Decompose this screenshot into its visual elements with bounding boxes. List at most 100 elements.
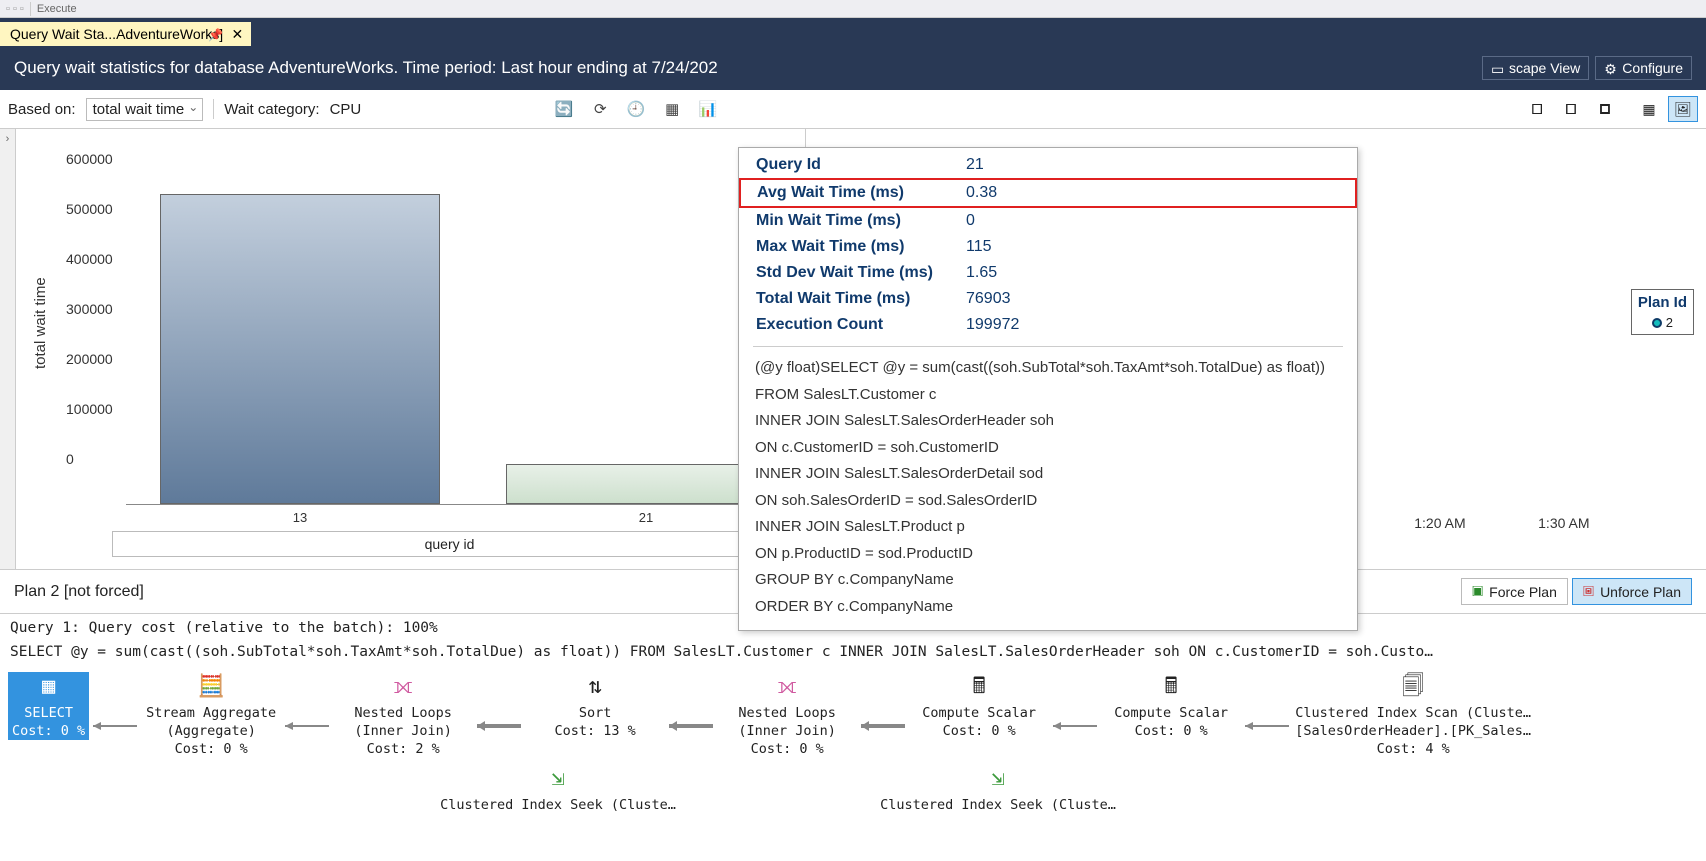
tooltip-val: 115	[950, 234, 1356, 260]
query-text-line2: SELECT @y = sum(cast((soh.SubTotal*soh.T…	[0, 638, 1706, 662]
query-tooltip: Query Id21 Avg Wait Time (ms)0.38 Min Wa…	[738, 147, 1358, 631]
refresh-auto-icon[interactable]: ⟳	[587, 98, 613, 120]
unforce-plan-button[interactable]: 🞖 Unforce Plan	[1572, 578, 1692, 605]
tooltip-sql: GROUP BY c.CompanyName	[739, 567, 1357, 594]
plan-arrow	[473, 719, 525, 733]
tooltip-sql: ON soh.SalesOrderID = sod.SalesOrderID	[739, 488, 1357, 515]
tooltip-key: Min Wait Time (ms)	[740, 207, 950, 234]
index-scan-icon: 🗐	[1402, 672, 1424, 702]
configure-button[interactable]: ⚙ Configure	[1595, 56, 1692, 80]
node-sub: (Inner Join)	[738, 722, 836, 740]
table-icon: ▦	[42, 672, 55, 702]
tooltip-sql: INNER JOIN SalesLT.Product p	[739, 514, 1357, 541]
y-tick: 300000	[66, 301, 113, 317]
tooltip-val: 0	[950, 207, 1356, 234]
grid-icon[interactable]: ▦	[659, 98, 685, 120]
node-cost: Cost: 0 %	[175, 740, 248, 758]
view-mode-2[interactable]: 🞑	[1556, 96, 1586, 122]
app-menu-toolbar: ▫ ▫ ▫ Execute	[0, 0, 1706, 18]
force-plan-button[interactable]: 🞕 Force Plan	[1461, 578, 1568, 605]
execution-plan-diagram[interactable]: ▦ SELECT Cost: 0 % 🧮 Stream Aggregate (A…	[0, 662, 1706, 758]
force-plan-icon: 🞕	[1472, 583, 1483, 600]
view-mode-buttons: 🞐 🞑 🞒 ▦ 🖼	[1522, 96, 1698, 122]
sort-icon: ⇅	[589, 672, 602, 702]
node-label: Compute Scalar	[922, 704, 1036, 722]
tooltip-val: 1.65	[950, 260, 1356, 286]
view-mode-grid[interactable]: ▦	[1634, 96, 1664, 122]
tooltip-sql: (@y float)SELECT @y = sum(cast((soh.SubT…	[739, 355, 1357, 382]
node-cost: Cost: 13 %	[555, 722, 636, 740]
tab-label: Query Wait Sta...AdventureWorks]	[10, 26, 223, 42]
wait-category-label: Wait category:	[224, 101, 319, 118]
y-axis-label: total wait time	[32, 277, 49, 369]
y-tick: 400000	[66, 251, 113, 267]
tooltip-sql: FROM SalesLT.Customer c	[739, 382, 1357, 409]
execution-plan-row-2: ⇲ Clustered Index Seek (Cluste… ⇲ Cluste…	[0, 758, 1706, 820]
node-sub: (Inner Join)	[354, 722, 452, 740]
y-tick: 200000	[66, 351, 113, 367]
landscape-label: scape View	[1509, 60, 1580, 76]
node-cost: Cost: 0 %	[751, 740, 824, 758]
landscape-icon: ▭	[1491, 61, 1505, 75]
report-header: Query wait statistics for database Adven…	[0, 46, 1706, 90]
history-icon[interactable]: 🕘	[623, 98, 649, 120]
aggregate-icon: 🧮	[197, 672, 224, 702]
main-content: › total wait time 600000 500000 400000 3…	[0, 129, 1706, 569]
index-seek-icon: ⇲	[551, 764, 564, 794]
legend-item[interactable]: 2	[1638, 315, 1687, 330]
plan-arrow	[281, 719, 333, 733]
collapsed-left-panel[interactable]: ›	[0, 129, 16, 569]
tooltip-sql: ON p.ProductID = sod.ProductID	[739, 541, 1357, 568]
chart-toolbar: Based on: total wait time Wait category:…	[0, 90, 1706, 129]
y-tick: 0	[66, 451, 74, 467]
compute-icon: 🖩	[973, 672, 986, 702]
bar-chart-pane: total wait time 600000 500000 400000 300…	[16, 129, 806, 569]
legend-title: Plan Id	[1638, 294, 1687, 311]
based-on-dropdown[interactable]: total wait time	[86, 98, 204, 121]
view-mode-3[interactable]: 🞒	[1590, 96, 1620, 122]
y-tick: 600000	[66, 151, 113, 167]
tab-query-wait-stats[interactable]: Query Wait Sta...AdventureWorks] 📌 ✕	[0, 22, 251, 46]
node-cost: Cost: 2 %	[367, 740, 440, 758]
plan-node-nested-loops-1[interactable]: ⟗ Nested Loops (Inner Join) Cost: 2 %	[333, 672, 473, 758]
plan-node-clustered-index-seek-2[interactable]: ⇲ Clustered Index Seek (Cluste…	[878, 764, 1118, 814]
x-tick: 13	[293, 510, 307, 525]
plan-node-clustered-index-seek-1[interactable]: ⇲ Clustered Index Seek (Cluste…	[438, 764, 678, 814]
tooltip-key: Execution Count	[740, 312, 950, 338]
node-label: Clustered Index Seek (Cluste…	[440, 796, 676, 814]
plan-node-compute-scalar-2[interactable]: 🖩 Compute Scalar Cost: 0 %	[1101, 672, 1241, 740]
view-mode-chart[interactable]: 🖼	[1668, 96, 1698, 122]
wait-category-value: CPU	[330, 101, 362, 118]
plan-node-select[interactable]: ▦ SELECT Cost: 0 %	[8, 672, 89, 740]
tooltip-val: 76903	[950, 286, 1356, 312]
join-icon: ⟗	[778, 672, 797, 702]
join-icon: ⟗	[394, 672, 413, 702]
x-axis-dropdown[interactable]: query id	[112, 531, 787, 557]
header-buttons: ▭ scape View ⚙ Configure	[1482, 56, 1692, 80]
force-plan-label: Force Plan	[1489, 584, 1557, 600]
view-mode-1[interactable]: 🞐	[1522, 96, 1552, 122]
plan-arrow	[1241, 719, 1293, 733]
refresh-icon[interactable]: 🔄	[551, 98, 577, 120]
plot-area	[126, 153, 787, 505]
close-icon[interactable]: ✕	[231, 26, 243, 43]
plan-node-compute-scalar-1[interactable]: 🖩 Compute Scalar Cost: 0 %	[909, 672, 1049, 740]
x-tick: 21	[639, 510, 653, 525]
plan-arrow	[1049, 719, 1101, 733]
bar-query-13[interactable]	[160, 194, 440, 504]
plan-arrow	[665, 719, 717, 733]
pin-icon[interactable]: 📌	[208, 28, 223, 42]
plan-title: Plan 2 [not forced]	[14, 583, 144, 601]
execute-button-fragment[interactable]: Execute	[37, 3, 77, 15]
report-title: Query wait statistics for database Adven…	[14, 58, 718, 78]
plan-node-clustered-index-scan[interactable]: 🗐 Clustered Index Scan (Cluste… [SalesOr…	[1293, 672, 1533, 758]
node-label: Nested Loops	[738, 704, 836, 722]
node-label: Nested Loops	[354, 704, 452, 722]
tooltip-val: 0.38	[950, 179, 1356, 207]
plan-node-sort[interactable]: ⇅ Sort Cost: 13 %	[525, 672, 665, 740]
plan-node-stream-aggregate[interactable]: 🧮 Stream Aggregate (Aggregate) Cost: 0 %	[141, 672, 281, 758]
landscape-view-button[interactable]: ▭ scape View	[1482, 56, 1589, 80]
plan-node-nested-loops-2[interactable]: ⟗ Nested Loops (Inner Join) Cost: 0 %	[717, 672, 857, 758]
chart-icon[interactable]: 📊	[695, 98, 721, 120]
tooltip-sql: INNER JOIN SalesLT.SalesOrderHeader soh	[739, 408, 1357, 435]
